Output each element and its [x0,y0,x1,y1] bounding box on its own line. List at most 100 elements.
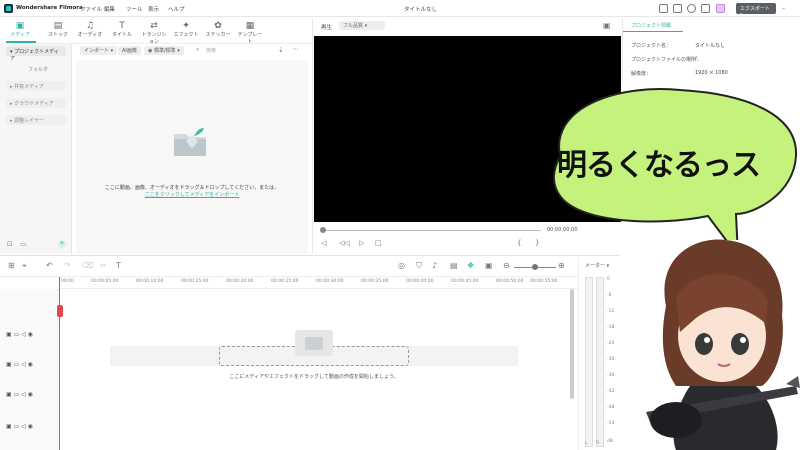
prev-frame-icon[interactable]: ◁ [321,239,326,247]
more-icon[interactable]: ⋯ [292,45,299,53]
rewind-icon[interactable]: ◁◁ [339,239,350,247]
mic-icon[interactable]: ♪ [432,261,437,270]
cloud-icon[interactable] [687,4,696,13]
effect-icon: ✦ [182,21,190,31]
timeline-body[interactable] [60,289,580,450]
ruler-tick: 00:00:30:00 [316,279,344,284]
project-name-label: プロジェクト名： [631,43,672,49]
sidebar-item-label: 共有メディア [14,84,44,90]
meter-dropdown[interactable]: メーター ▾ [585,262,609,269]
ruler-tick: 00:00:15:00 [181,279,209,284]
snap-icon[interactable]: ◎ [398,261,405,270]
tab-template[interactable]: ▦ テンプレート [236,21,264,45]
tab-label: タイトル [111,32,132,38]
active-tab-indicator [6,41,36,43]
split-icon[interactable]: ✂ [100,261,107,270]
download-icon[interactable] [701,4,710,13]
project-location-value: / [695,56,697,62]
tab-project-info[interactable]: プロジェクト情報 [623,18,683,32]
import-link[interactable]: ここをクリックしてメディアをインポート [76,191,308,198]
text-tool-icon[interactable]: T [116,261,121,270]
layout-icon[interactable] [673,4,682,13]
sidebar-item-shared-media[interactable]: ▸ 共有メディア [6,81,66,91]
media-toolbar: インポート ▾ AI画像 ◉ 標準/標準 ▾ ⌕ 検索 ⇣ ⋯ [76,44,312,58]
undo-icon[interactable]: ↶ [46,261,53,270]
tab-label: メディア [10,32,30,38]
stock-icon: ▤ [53,21,63,31]
tab-title[interactable]: T タイトル [108,21,136,38]
zoom-slider-handle[interactable] [532,264,538,270]
mark-out-icon[interactable]: } [535,239,539,247]
sidebar-item-cloud-media[interactable]: ▸ クラウドメディア [6,98,66,108]
minimize-icon[interactable]: – [782,5,785,12]
ai-mode-icon[interactable]: ❖ [467,261,474,270]
meter-tick: -18 [607,325,615,330]
track-row[interactable]: ▣ ▭ ◁ ◉ [6,391,33,398]
project-location-label: プロジェクトファイルの場所： [631,57,702,63]
stop-icon[interactable]: □ [375,239,382,247]
filmora-logo [4,4,13,13]
title-icon: T [119,21,125,31]
add-folder-icon[interactable]: + [58,240,66,248]
folder-import-icon[interactable]: ▭ [20,240,27,248]
search-input[interactable]: 検索 [206,47,216,54]
timeline-scrollbar[interactable] [570,289,574,399]
app-name: Wondershare Filmora [16,5,83,11]
track-row[interactable]: ▣ ▭ ◁ ◉ [6,423,33,430]
tab-audio[interactable]: ♫ オーディオ [76,21,104,38]
ai-image-button[interactable]: AI画像 [118,46,141,55]
import-dropdown[interactable]: インポート ▾ [80,46,118,55]
select-tool-icon[interactable]: ⌖ [22,261,27,271]
tab-sticker[interactable]: ✿ ステッカー [204,21,232,38]
sidebar-item-project-media[interactable]: ▾ プロジェクトメディア [6,46,66,62]
scrub-bar[interactable] [323,230,541,231]
sticker-icon: ✿ [214,21,222,31]
meter-tick: -24 [607,341,615,346]
chibi-guitarist-illustration [646,239,800,450]
menu-edit[interactable]: 編集 [104,5,115,13]
menu-view[interactable]: 表示 [148,5,159,13]
zoom-in-icon[interactable]: ⊕ [558,261,565,270]
snapshot-icon[interactable]: ▣ [603,21,611,30]
tab-stock[interactable]: ▤ ストック [44,21,72,38]
ai-icon[interactable] [716,4,725,13]
tab-media[interactable]: ▣ メディア [6,21,34,38]
export-button[interactable]: エクスポート ▾ [736,3,776,18]
quality-dropdown[interactable]: フル品質 ▾ [339,21,385,30]
meter-channel-right: R [596,441,600,446]
playhead[interactable] [59,277,60,450]
new-folder-icon[interactable]: ⊡ [7,240,13,248]
render-icon[interactable]: ▤ [450,261,458,270]
menu-help[interactable]: ヘルプ [168,5,185,13]
scrub-handle[interactable] [320,227,326,233]
folder-icon [174,128,206,156]
playhead-handle[interactable] [57,305,63,317]
music-icon: ♫ [85,21,95,31]
tab-label: エフェクト [173,32,199,38]
tab-transition[interactable]: ⇄ トランジション [140,21,168,45]
sort-dropdown[interactable]: ◉ 標準/標準 ▾ [144,46,184,55]
track-row[interactable]: ▣ ▭ ◁ ◉ [6,331,33,338]
image-placeholder-icon [295,330,333,356]
delete-icon[interactable]: ⌫ [82,261,93,270]
play-icon[interactable]: ▷ [359,239,364,247]
screen-icon[interactable]: ▣ [485,261,493,270]
menu-file[interactable]: ファイル [80,5,102,13]
ruler-tick: 00:00:35:00 [361,279,389,284]
meter-right-bar [596,277,604,447]
mark-in-icon[interactable]: { [517,239,521,247]
tab-effect[interactable]: ✦ エフェクト [172,21,200,38]
layout-grid-icon[interactable]: ⊞ [8,261,15,270]
sidebar-item-folder[interactable]: フォルダ [6,64,66,74]
filter-icon[interactable]: ⇣ [278,46,284,54]
media-drop-area[interactable]: ここに動画、画像、オーディオをドラッグ＆ドロップしてください。または、 ここをク… [76,60,308,254]
shield-icon[interactable]: ⛉ [416,261,422,271]
track-row[interactable]: ▣ ▭ ◁ ◉ [6,361,33,368]
menu-tools[interactable]: ツール [126,5,143,13]
sidebar-item-adjustment-layer[interactable]: ▸ 調整レイヤー [6,115,66,125]
preview-label: 再生 [321,25,333,31]
monitor-icon[interactable] [659,4,668,13]
redo-icon[interactable]: ↷ [64,261,71,270]
timeline-ruler[interactable]: 00:00 00:00:05:00 00:00:10:00 00:00:15:0… [60,277,580,289]
zoom-out-icon[interactable]: ⊖ [503,261,510,270]
